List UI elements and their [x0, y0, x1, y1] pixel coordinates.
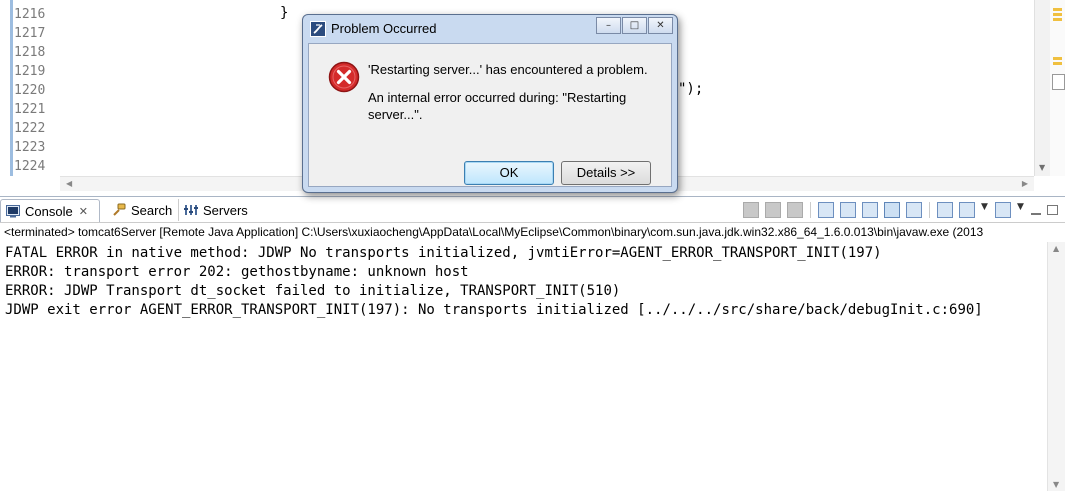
overview-thumb[interactable] — [1052, 74, 1065, 90]
scroll-right-arrow-icon[interactable]: ▶ — [1022, 177, 1028, 191]
editor-left-ruler — [0, 0, 14, 176]
editor-vertical-scrollbar[interactable]: ▼ — [1034, 0, 1051, 176]
line-number: 1223 — [14, 140, 46, 155]
remove-all-terminated-icon[interactable] — [787, 202, 803, 218]
terminate-icon[interactable] — [743, 202, 759, 218]
console-view: Console ✕ Search Servers ▼ ▼ <terminated… — [0, 196, 1065, 491]
warning-marker[interactable] — [1053, 62, 1062, 65]
console-line: JDWP exit error AGENT_ERROR_TRANSPORT_IN… — [5, 302, 983, 318]
console-vertical-scrollbar[interactable]: ▲ ▼ — [1047, 242, 1065, 491]
line-number: 1218 — [14, 45, 46, 60]
dialog-title-bar[interactable]: Problem Occurred – □ ✕ — [303, 15, 677, 43]
dialog-close-button[interactable]: ✕ — [648, 17, 673, 34]
display-selected-console-icon[interactable] — [959, 202, 975, 218]
code-brace: } — [280, 5, 289, 21]
line-number: 1222 — [14, 121, 46, 136]
line-number: 1220 — [14, 83, 46, 98]
clear-console-icon[interactable] — [818, 202, 834, 218]
maximize-icon[interactable] — [1047, 205, 1058, 215]
servers-icon — [184, 203, 198, 217]
close-icon[interactable]: ✕ — [79, 205, 88, 218]
console-icon — [6, 204, 20, 218]
ok-button[interactable]: OK — [464, 161, 554, 185]
console-line: ERROR: transport error 202: gethostbynam… — [5, 264, 469, 280]
chevron-down-icon[interactable]: ▼ — [981, 202, 989, 218]
launch-status-line: <terminated> tomcat6Server [Remote Java … — [4, 225, 984, 239]
chevron-down-icon[interactable]: ▼ — [1017, 202, 1025, 218]
tab-console[interactable]: Console ✕ — [0, 199, 100, 222]
line-number: 1221 — [14, 102, 46, 117]
pin-console-icon[interactable] — [937, 202, 953, 218]
search-icon — [112, 203, 126, 217]
tab-search[interactable]: Search — [107, 199, 177, 221]
show-console-on-output-icon[interactable] — [884, 202, 900, 218]
dialog-minimize-button[interactable]: – — [596, 17, 621, 34]
scroll-up-arrow-icon[interactable]: ▲ — [1053, 244, 1059, 253]
scroll-down-arrow-icon[interactable]: ▼ — [1053, 480, 1059, 489]
myeclipse-icon — [310, 21, 326, 37]
tab-label: Servers — [203, 202, 248, 218]
dialog-maximize-button[interactable]: □ — [622, 17, 647, 34]
tab-label: Console — [25, 203, 73, 219]
console-output[interactable]: FATAL ERROR in native method: JDWP No tr… — [5, 244, 1045, 320]
tab-label: Search — [131, 202, 173, 218]
scroll-lock-icon[interactable] — [840, 202, 856, 218]
error-detail: An internal error occurred during: "Rest… — [368, 90, 627, 122]
word-wrap-icon[interactable] — [862, 202, 878, 218]
remove-launch-icon[interactable] — [765, 202, 781, 218]
console-toolbar: ▼ ▼ — [740, 201, 1061, 219]
overview-ruler[interactable] — [1050, 0, 1065, 176]
line-number: 1217 — [14, 26, 46, 41]
warning-marker[interactable] — [1053, 18, 1062, 21]
line-number-gutter: 1216 1217 1218 1219 1220 1221 1222 1223 … — [14, 5, 56, 176]
code-fragment: "); — [678, 81, 704, 97]
console-line: FATAL ERROR in native method: JDWP No tr… — [5, 245, 882, 261]
minimize-icon[interactable] — [1031, 213, 1041, 215]
open-console-icon[interactable] — [995, 202, 1011, 218]
line-number: 1216 — [14, 7, 46, 22]
toolbar-separator — [929, 202, 930, 218]
dialog-body: 'Restarting server...' has encountered a… — [308, 43, 672, 187]
scroll-left-arrow-icon[interactable]: ◀ — [66, 177, 72, 191]
problem-occurred-dialog: Problem Occurred – □ ✕ 'Restarting serve… — [302, 14, 678, 193]
dialog-title: Problem Occurred — [331, 21, 437, 36]
line-number: 1224 — [14, 159, 46, 174]
console-line: ERROR: JDWP Transport dt_socket failed t… — [5, 283, 621, 299]
warning-marker[interactable] — [1053, 13, 1062, 16]
warning-marker[interactable] — [1053, 8, 1062, 11]
error-message: 'Restarting server...' has encountered a… — [368, 62, 648, 77]
show-console-on-error-icon[interactable] — [906, 202, 922, 218]
details-button[interactable]: Details >> — [561, 161, 651, 185]
warning-marker[interactable] — [1053, 57, 1062, 60]
view-tab-bar: Console ✕ Search Servers ▼ ▼ — [0, 197, 1065, 223]
tab-servers[interactable]: Servers — [178, 199, 249, 221]
error-icon — [328, 61, 360, 93]
line-number: 1219 — [14, 64, 46, 79]
scroll-down-arrow-icon[interactable]: ▼ — [1039, 163, 1045, 172]
toolbar-separator — [810, 202, 811, 218]
